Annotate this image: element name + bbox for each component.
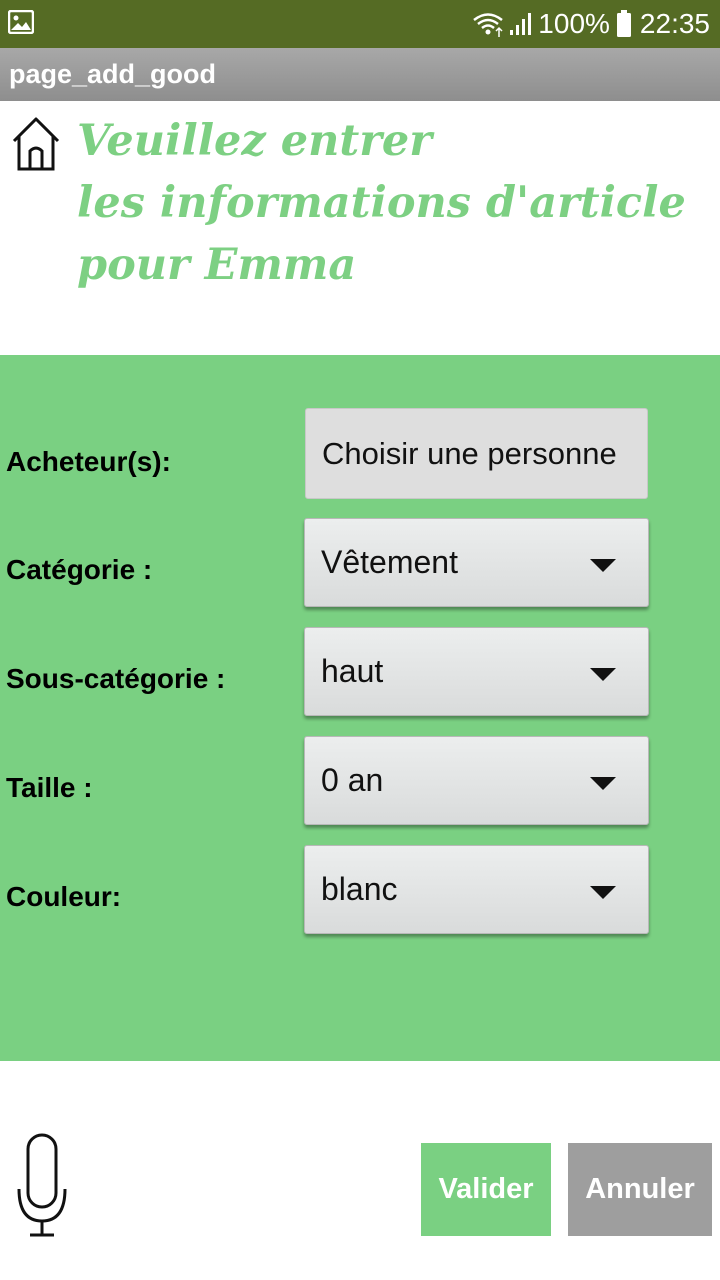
- heading-line: pour Emma: [77, 240, 357, 290]
- clock: 22:35: [639, 8, 710, 39]
- size-label: Taille :: [6, 772, 93, 803]
- choose-person-button[interactable]: Choisir une personne: [305, 408, 648, 499]
- status-bar: 100% 22:35: [0, 0, 720, 48]
- wifi-icon: [473, 13, 504, 37]
- validate-button[interactable]: Valider: [421, 1143, 551, 1236]
- cancel-label: Annuler: [585, 1173, 695, 1205]
- choose-person-label: Choisir une personne: [322, 435, 617, 471]
- subcategory-select[interactable]: haut: [304, 627, 649, 716]
- category-select[interactable]: Vêtement: [304, 518, 649, 607]
- color-label: Couleur:: [6, 881, 122, 912]
- dropdown-arrow-icon: [590, 886, 616, 899]
- dropdown-arrow-icon: [590, 668, 616, 681]
- color-select[interactable]: blanc: [304, 845, 649, 934]
- cancel-button[interactable]: Annuler: [568, 1143, 712, 1236]
- validate-label: Valider: [438, 1173, 534, 1205]
- page-heading: Veuillez entrer les informations d'artic…: [77, 110, 712, 296]
- category-value: Vêtement: [321, 544, 458, 580]
- category-label: Catégorie :: [6, 554, 153, 585]
- subcategory-label: Sous-catégorie :: [6, 663, 226, 694]
- buyer-label: Acheteur(s):: [6, 446, 171, 477]
- home-icon[interactable]: [10, 115, 62, 173]
- form-panel: Acheteur(s): Choisir une personne Catégo…: [0, 355, 720, 1061]
- dropdown-arrow-icon: [590, 777, 616, 790]
- image-icon: [8, 10, 34, 34]
- signal-icon: [510, 13, 532, 35]
- heading-line: Veuillez entrer: [77, 116, 432, 166]
- app-title-bar: page_add_good: [0, 48, 720, 101]
- app-title: page_add_good: [9, 59, 217, 89]
- heading-line: les informations d'article: [77, 178, 686, 228]
- battery-percent: 100%: [538, 8, 610, 39]
- dropdown-arrow-icon: [590, 559, 616, 572]
- color-value: blanc: [321, 871, 398, 907]
- battery-icon: [616, 10, 631, 37]
- size-value: 0 an: [321, 762, 384, 798]
- size-select[interactable]: 0 an: [304, 736, 649, 825]
- subcategory-value: haut: [321, 653, 384, 689]
- microphone-icon[interactable]: [16, 1133, 68, 1239]
